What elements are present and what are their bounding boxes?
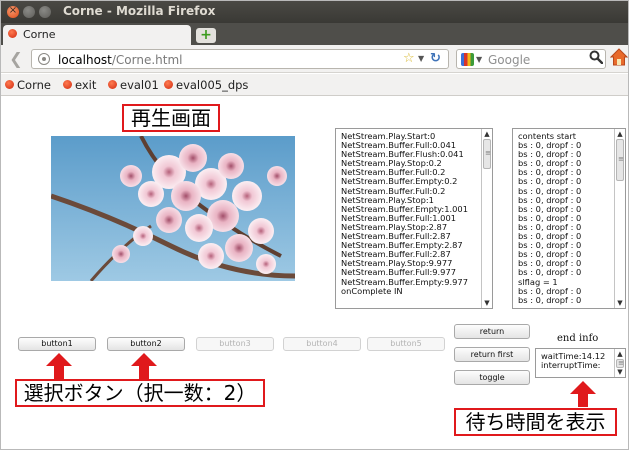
end-info-lines: waitTime:14.12 interruptTime:: [541, 351, 605, 371]
scroll-up-arrow-icon[interactable]: ▲: [615, 349, 625, 359]
log-line: bs : 0, dropf : 0: [518, 294, 582, 305]
bookmark-favicon-icon: [164, 80, 173, 89]
arrow-up-icon: [131, 353, 157, 379]
back-arrow-icon: ❮: [9, 49, 23, 68]
history-dropdown-icon[interactable]: ▼: [418, 54, 424, 63]
tab-strip: Corne +: [1, 23, 628, 45]
engine-dropdown-icon[interactable]: ▼: [476, 55, 482, 64]
scroll-thumb[interactable]: [483, 139, 492, 169]
bookmarks-toolbar: Corne exit eval01 eval005_dps: [1, 74, 628, 96]
scroll-down-arrow-icon[interactable]: ▼: [482, 298, 492, 308]
scroll-up-arrow-icon[interactable]: ▲: [615, 129, 625, 139]
scroll-down-arrow-icon[interactable]: ▼: [615, 367, 625, 377]
end-info-textarea[interactable]: waitTime:14.12interruptTime: ▲ ▼: [535, 348, 626, 378]
firefox-window: × Corne - Mozilla Firefox Corne + ❮ loca…: [0, 0, 629, 450]
plus-icon: +: [200, 27, 212, 43]
bookmark-label: eval005_dps: [176, 78, 249, 92]
tab-corne[interactable]: Corne: [3, 25, 191, 45]
button5[interactable]: button5: [367, 337, 445, 351]
contents-log-lines: contents start bs : 0, dropf : 0 bs : 0, d…: [518, 131, 582, 305]
button2[interactable]: button2: [107, 337, 185, 351]
search-bar[interactable]: ▼ Google: [456, 49, 606, 69]
select-buttons-annotation: 選択ボタン（択一数：2）: [15, 379, 265, 407]
bookmark-label: eval01: [120, 78, 159, 92]
minimize-window-button[interactable]: [23, 6, 35, 18]
reload-icon[interactable]: ↻: [430, 51, 441, 66]
netstream-log-lines: NetStream.Play.Start:0 NetStream.Buffer.F…: [341, 131, 468, 296]
bookmark-star-icon[interactable]: ☆: [403, 51, 415, 66]
url-bar[interactable]: localhost/Corne.html ☆ ▼ ↻: [31, 49, 449, 69]
google-engine-icon[interactable]: [461, 53, 474, 66]
scroll-down-arrow-icon[interactable]: ▼: [615, 298, 625, 308]
search-placeholder: Google: [488, 53, 531, 67]
back-button[interactable]: ❮: [6, 49, 26, 69]
navigation-toolbar: ❮ localhost/Corne.html ☆ ▼ ↻ ▼ Google: [1, 45, 628, 73]
button3[interactable]: button3: [196, 337, 274, 351]
bookmark-favicon-icon: [108, 80, 117, 89]
close-window-button[interactable]: ×: [7, 5, 19, 18]
bookmark-favicon-icon: [63, 80, 72, 89]
new-tab-button[interactable]: +: [196, 28, 216, 43]
log-line: onComplete IN: [341, 285, 403, 296]
maximize-window-button[interactable]: [39, 6, 51, 18]
url-host: localhost: [58, 53, 112, 67]
arrow-up-icon: [46, 353, 72, 379]
url-text: localhost/Corne.html: [58, 53, 183, 67]
button1[interactable]: button1: [18, 337, 96, 351]
search-magnifier-icon[interactable]: [589, 50, 603, 64]
close-icon: ×: [8, 5, 18, 16]
contents-log-textarea[interactable]: contents start bs : 0, dropf : 0 bs : 0, d…: [512, 128, 626, 309]
end-info-label: end info: [557, 333, 599, 344]
scroll-up-arrow-icon[interactable]: ▲: [482, 129, 492, 139]
page-content: 再生画面 NetStream.Play.Start:0 NetStream.Bu…: [1, 97, 628, 449]
playback-screen-annotation: 再生画面: [122, 104, 220, 132]
end-info-scrollbar[interactable]: ▲ ▼: [614, 349, 625, 377]
title-bar: × Corne - Mozilla Firefox: [1, 1, 628, 23]
video-player[interactable]: [51, 136, 295, 281]
site-identity-icon[interactable]: [38, 53, 50, 65]
netstream-log-textarea[interactable]: NetStream.Play.Start:0 NetStream.Buffer.F…: [335, 128, 493, 309]
return-button[interactable]: return: [454, 324, 530, 339]
toggle-button[interactable]: toggle: [454, 370, 530, 385]
netstream-log-scrollbar[interactable]: ▲ ▼: [481, 129, 492, 308]
contents-log-scrollbar[interactable]: ▲ ▼: [614, 129, 625, 308]
page-favicon-icon: [8, 29, 17, 38]
tab-label: Corne: [23, 28, 56, 41]
home-icon[interactable]: [610, 48, 628, 66]
url-path: /Corne.html: [111, 53, 183, 67]
return-first-button[interactable]: return first: [454, 347, 530, 362]
arrow-up-icon: [570, 381, 596, 407]
log-line: interruptTime:: [541, 360, 601, 371]
window-title: Corne - Mozilla Firefox: [63, 4, 216, 18]
bookmark-favicon-icon: [5, 80, 14, 89]
scroll-thumb[interactable]: [616, 139, 625, 181]
bookmark-label: exit: [75, 78, 97, 92]
button4[interactable]: button4: [283, 337, 361, 351]
bookmark-label: Corne: [17, 78, 51, 92]
wait-time-annotation: 待ち時間を表示: [454, 408, 617, 436]
